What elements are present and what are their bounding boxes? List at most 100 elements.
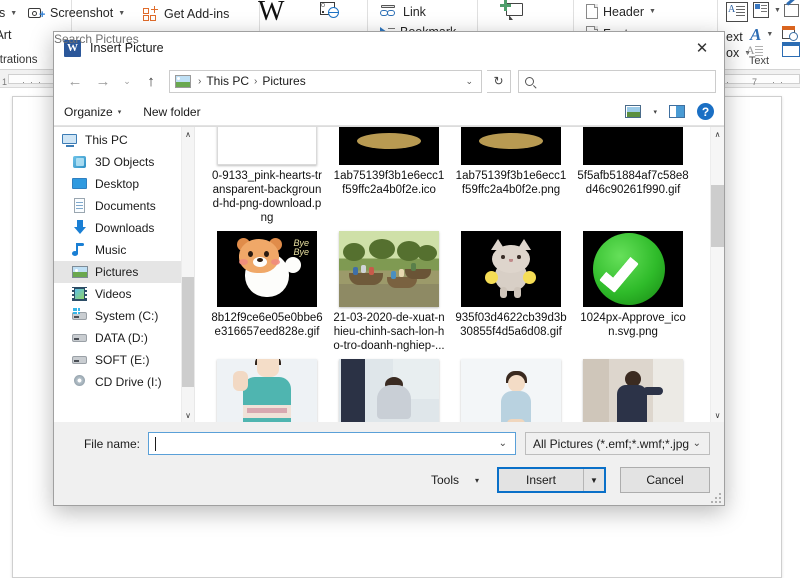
drive-icon bbox=[72, 330, 88, 346]
file-name-label: 1ab75139f3b1e6ecc1f59ffc2a4b0f2e.ico bbox=[333, 170, 445, 196]
file-name-label: 5f5afb51884af7c58e8d46c90261f990.gif bbox=[577, 170, 689, 196]
sidebar-item-data-d[interactable]: DATA (D:) bbox=[54, 327, 194, 349]
sidebar-label: Pictures bbox=[95, 265, 139, 279]
file-item[interactable] bbox=[452, 359, 570, 422]
sidebar-scrollbar[interactable]: ∧ ∨ bbox=[181, 127, 194, 422]
ribbon-item-wikipedia[interactable]: W bbox=[258, 0, 284, 26]
ribbon-item-smartart[interactable]: tArt bbox=[0, 28, 11, 42]
pictures-icon bbox=[72, 264, 88, 280]
file-list-view[interactable]: 0-9133_pink-hearts-transparent-backgroun… bbox=[198, 127, 724, 422]
file-thumbnail bbox=[339, 231, 439, 307]
ribbon-item-text-box[interactable]: A bbox=[726, 2, 748, 22]
file-list-scrollbar-thumb[interactable] bbox=[711, 185, 724, 247]
file-item[interactable]: 21-03-2020-de-xuat-nhieu-chinh-sach-lon-… bbox=[330, 231, 448, 353]
music-icon bbox=[72, 242, 88, 258]
sidebar-label: CD Drive (I:) bbox=[95, 375, 162, 389]
ribbon-item-text-label: ext bbox=[726, 30, 743, 44]
link-icon bbox=[380, 4, 398, 19]
videos-icon bbox=[72, 286, 88, 302]
sidebar-item-this-pc[interactable]: This PC bbox=[54, 129, 194, 151]
new-comment-icon bbox=[500, 0, 526, 22]
sidebar-item-desktop[interactable]: Desktop bbox=[54, 173, 194, 195]
file-thumbnail bbox=[461, 127, 561, 165]
sidebar-item-documents[interactable]: Documents bbox=[54, 195, 194, 217]
cd-drive-icon bbox=[72, 374, 88, 390]
sidebar-item-downloads[interactable]: Downloads bbox=[54, 217, 194, 239]
file-item[interactable]: 935f03d4622cb39d3b30855f4d5a6d08.gif bbox=[452, 231, 570, 353]
sidebar-item-system-c[interactable]: System (C:) bbox=[54, 305, 194, 327]
online-video-icon bbox=[320, 2, 340, 18]
sidebar-scrollbar-thumb[interactable] bbox=[182, 277, 194, 387]
wordart-icon: A bbox=[750, 25, 762, 44]
file-item[interactable]: 1ab75139f3b1e6ecc1f59ffc2a4b0f2e.png bbox=[452, 127, 570, 225]
search-input[interactable]: Search Pictures bbox=[54, 32, 716, 93]
ribbon-item-signature-line[interactable] bbox=[784, 0, 800, 19]
smartart-label: tArt bbox=[0, 28, 12, 42]
scroll-up-icon[interactable]: ∧ bbox=[182, 127, 194, 141]
file-item[interactable]: Bye Bye 8b12f9ce6e05e0bbe6e316657eed828e.… bbox=[208, 231, 326, 353]
file-item[interactable]: 5f5afb51884af7c58e8d46c90261f990.gif bbox=[574, 127, 692, 225]
file-item[interactable] bbox=[330, 359, 448, 422]
ribbon-group-label-text: Text bbox=[748, 55, 770, 67]
scroll-up-icon[interactable]: ∧ bbox=[711, 127, 724, 141]
file-item[interactable] bbox=[574, 359, 692, 422]
file-thumbnail bbox=[339, 127, 439, 165]
sidebar-item-pictures[interactable]: Pictures bbox=[54, 261, 194, 283]
get-addins-label: Get Add-ins bbox=[164, 7, 230, 21]
date-time-icon bbox=[782, 26, 799, 42]
sidebar-label: 3D Objects bbox=[95, 155, 155, 169]
file-name-label: 0-9133_pink-hearts-transparent-backgroun… bbox=[212, 170, 322, 224]
scroll-down-icon[interactable]: ∨ bbox=[711, 408, 724, 422]
view-mode-icon[interactable] bbox=[625, 105, 642, 118]
documents-icon bbox=[72, 198, 88, 214]
sidebar-label: Videos bbox=[95, 287, 132, 301]
chevron-down-icon: ▼ bbox=[10, 9, 18, 17]
navigation-bar: ← → ⌄ ↑ › This PC › Pictures ⌄ ↻ Search … bbox=[54, 32, 724, 98]
preview-pane-icon[interactable] bbox=[669, 105, 685, 118]
sidebar-label: This PC bbox=[85, 133, 128, 147]
file-item[interactable]: 0-9133_pink-hearts-transparent-backgroun… bbox=[208, 127, 326, 225]
file-thumbnail bbox=[217, 127, 317, 165]
file-thumbnail bbox=[217, 359, 317, 422]
chevron-down-icon: ▼ bbox=[649, 8, 656, 15]
file-item[interactable]: 1ab75139f3b1e6ecc1f59ffc2a4b0f2e.ico bbox=[330, 127, 448, 225]
file-name-label: 8b12f9ce6e05e0bbe6e316657eed828e.gif bbox=[211, 312, 323, 338]
ruler-tick-right: 7 bbox=[752, 77, 758, 87]
ribbon-item-date-time[interactable] bbox=[782, 26, 799, 42]
ribbon-item-shapes[interactable]: es ▼ bbox=[0, 6, 17, 20]
file-item[interactable] bbox=[208, 359, 326, 422]
ruler-dots-left: · · · bbox=[22, 77, 41, 87]
desktop-icon bbox=[72, 176, 88, 192]
ribbon-item-quick-parts[interactable]: ▼ bbox=[753, 2, 781, 18]
sidebar-item-soft-e[interactable]: SOFT (E:) bbox=[54, 349, 194, 371]
file-list-scrollbar[interactable]: ∧ ∨ bbox=[710, 127, 724, 422]
ribbon-item-header[interactable]: Header ▼ bbox=[586, 4, 656, 19]
wikipedia-icon: W bbox=[258, 0, 285, 27]
chevron-down-icon: ▼ bbox=[774, 6, 781, 14]
ribbon-item-wordart[interactable]: A ▼ bbox=[750, 26, 773, 43]
file-item[interactable]: 1024px-Approve_icon.svg.png bbox=[574, 231, 692, 353]
sidebar-item-cd-drive-i[interactable]: CD Drive (I:) bbox=[54, 371, 194, 393]
file-thumbnail bbox=[583, 359, 683, 422]
navigation-tree: This PC 3D Objects Desktop Documents Dow… bbox=[54, 127, 194, 393]
ribbon-item-link[interactable]: Link bbox=[380, 4, 426, 19]
file-thumbnail bbox=[583, 231, 683, 307]
ribbon-item-online-video[interactable] bbox=[320, 2, 340, 18]
sidebar-item-3d-objects[interactable]: 3D Objects bbox=[54, 151, 194, 173]
file-name-label: 21-03-2020-de-xuat-nhieu-chinh-sach-lon-… bbox=[333, 312, 445, 352]
ribbon-item-new-comment[interactable] bbox=[500, 0, 526, 22]
ruler-dots-far-right: · · bbox=[772, 77, 783, 87]
3d-objects-icon bbox=[72, 154, 88, 170]
sidebar-label: System (C:) bbox=[95, 309, 159, 323]
sidebar-item-videos[interactable]: Videos bbox=[54, 283, 194, 305]
shapes-label: es bbox=[0, 6, 6, 20]
screenshot-label: Screenshot bbox=[50, 6, 114, 20]
header-label: Header bbox=[603, 4, 644, 19]
insert-picture-dialog: W Insert Picture ✕ ← → ⌄ ↑ › This PC › P… bbox=[53, 31, 725, 506]
sidebar-item-music[interactable]: Music bbox=[54, 239, 194, 261]
scroll-down-icon[interactable]: ∨ bbox=[182, 408, 194, 422]
get-addins-icon bbox=[143, 6, 159, 22]
ribbon-item-screenshot[interactable]: + Screenshot ▼ bbox=[28, 6, 125, 21]
resize-grip[interactable] bbox=[711, 493, 721, 503]
ribbon-item-get-addins[interactable]: Get Add-ins bbox=[143, 6, 229, 22]
